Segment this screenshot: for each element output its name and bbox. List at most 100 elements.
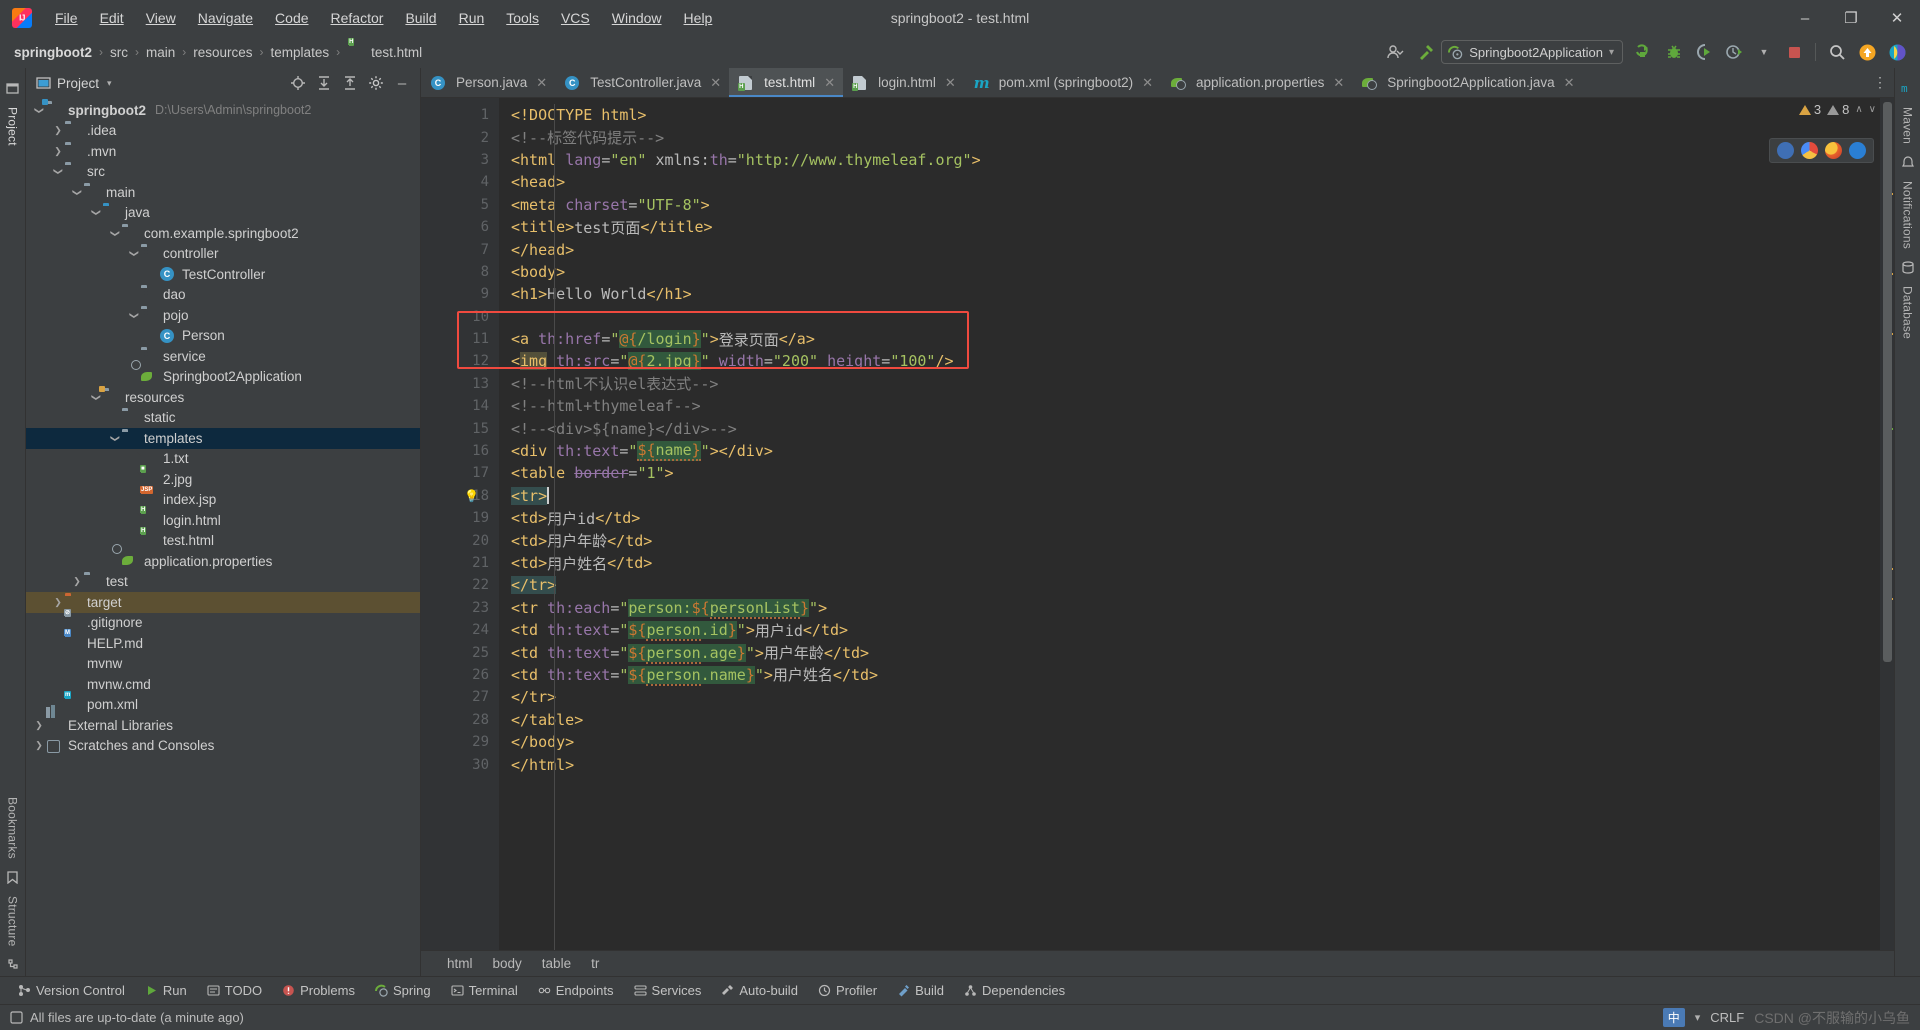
line-separator-indicator[interactable]: CRLF xyxy=(1710,1010,1744,1025)
breadcrumb-table[interactable]: table xyxy=(532,956,581,971)
search-everywhere-icon[interactable] xyxy=(1822,39,1852,65)
gutter-line-29[interactable]: 29⌃ xyxy=(421,731,506,753)
editor-tab-pom-xml--springboot2-[interactable]: m pom.xml (springboot2) ✕ xyxy=(964,68,1161,97)
code-line-14[interactable]: <!--html+thymeleaf--> xyxy=(499,395,1880,417)
code-line-7[interactable]: </head> xyxy=(499,238,1880,260)
chevron-down-icon[interactable]: ❯ xyxy=(34,103,45,117)
tab-close-icon[interactable]: ✕ xyxy=(945,75,956,91)
chevron-down-icon[interactable]: ❯ xyxy=(110,226,121,240)
tab-close-icon[interactable]: ✕ xyxy=(824,75,835,91)
warning-count[interactable]: 3 xyxy=(1798,102,1821,117)
tree-node-test-html[interactable]: Htest.html xyxy=(26,526,420,552)
tool-window-services[interactable]: Services xyxy=(624,981,712,1000)
chevron-down-icon[interactable]: ❯ xyxy=(129,308,140,322)
tool-window-version-control[interactable]: Version Control xyxy=(8,981,135,1000)
tab-close-icon[interactable]: ✕ xyxy=(1564,75,1575,91)
tree-node-help-md[interactable]: M HELP.md xyxy=(26,629,420,654)
gutter-line-7[interactable]: 7⌃ xyxy=(421,238,507,260)
breadcrumb-src[interactable]: src xyxy=(110,45,128,60)
chevron-down-icon[interactable]: ❯ xyxy=(110,431,121,445)
gutter-line-20[interactable]: 20 xyxy=(421,529,499,551)
gutter-line-5[interactable]: 5 xyxy=(421,194,499,216)
chevron-down-icon[interactable]: ❯ xyxy=(53,165,64,179)
tool-window-auto-build[interactable]: Auto-build xyxy=(711,981,808,1000)
gutter-line-23[interactable]: 23− xyxy=(421,597,506,619)
tree-node-2-jpg[interactable]: ■ 2.jpg xyxy=(26,465,420,490)
gutter-line-9[interactable]: 9 xyxy=(421,283,499,305)
editor-code[interactable]: <!DOCTYPE html> <!--标签代码提示--> <html lang = "… xyxy=(499,98,1880,950)
code-line-11[interactable]: <a th:href = " @{/login} " > 登录页面 </a> xyxy=(499,328,1880,350)
chevron-down-icon[interactable]: ▼ xyxy=(1749,39,1779,65)
tree-node-src[interactable]: ❯ src xyxy=(26,162,420,183)
tree-node-resources[interactable]: ❯ resources xyxy=(26,386,420,408)
debug-button[interactable] xyxy=(1659,39,1689,65)
browser-launch-bar[interactable] xyxy=(1769,138,1874,163)
code-line-19[interactable]: <td> 用户id </td> xyxy=(499,507,1880,529)
tree-node-login-html[interactable]: Hlogin.html xyxy=(26,506,420,531)
editor-marker-bar[interactable] xyxy=(1880,98,1894,950)
chevron-down-icon[interactable]: ❯ xyxy=(91,206,102,220)
tree-node-pom-xml[interactable]: m pom.xml xyxy=(26,690,420,716)
menu-edit[interactable]: Edit xyxy=(89,6,135,30)
chevron-down-icon[interactable]: ❯ xyxy=(91,390,102,404)
opera-browser-icon[interactable] xyxy=(1849,142,1866,159)
gutter-line-18[interactable]: 💡18− xyxy=(421,485,506,507)
tree-node-service[interactable]: service xyxy=(26,346,420,367)
menu-help[interactable]: Help xyxy=(673,6,724,30)
breadcrumb-project[interactable]: springboot2 xyxy=(14,45,92,60)
updates-icon[interactable] xyxy=(1852,39,1882,65)
tool-window-terminal[interactable]: Terminal xyxy=(441,981,528,1000)
code-line-23[interactable]: <tr th:each = " person:${personList} " > xyxy=(499,597,1880,619)
code-line-8[interactable]: <body> xyxy=(499,261,1880,283)
gutter-line-24[interactable]: 24 xyxy=(421,619,499,641)
ie-browser-icon[interactable] xyxy=(1777,142,1794,159)
gutter-line-28[interactable]: 28⌃ xyxy=(421,709,506,731)
gutter-line-13[interactable]: 13 xyxy=(421,373,499,395)
menu-file[interactable]: File xyxy=(44,6,89,30)
chevron-right-icon[interactable]: ❯ xyxy=(32,740,46,751)
editor-tab-person-java[interactable]: C Person.java ✕ xyxy=(421,68,555,97)
chevron-right-icon[interactable]: ❯ xyxy=(51,597,65,608)
tree-node-person[interactable]: C Person xyxy=(26,326,420,347)
code-line-12[interactable]: < img th:src = " @{2.jpg} " width = "200" heigh… xyxy=(499,350,1880,372)
menu-vcs[interactable]: VCS xyxy=(550,6,601,30)
tab-close-icon[interactable]: ✕ xyxy=(710,75,721,91)
code-line-30[interactable]: </html> xyxy=(499,753,1880,775)
gutter-line-25[interactable]: 25 xyxy=(421,641,499,663)
code-line-21[interactable]: <td> 用户姓名 </td> xyxy=(499,552,1880,574)
ide-feature-icon[interactable] xyxy=(1882,39,1912,65)
code-line-13[interactable]: <!--html不认识el表达式--> xyxy=(499,373,1880,395)
menu-refactor[interactable]: Refactor xyxy=(320,6,395,30)
stop-button[interactable] xyxy=(1779,39,1809,65)
run-button[interactable] xyxy=(1629,39,1659,65)
project-tree[interactable]: ❯ springboot2 D:\Users\Admin\springboot2 ❯.… xyxy=(26,98,420,976)
run-configuration-selector[interactable]: Springboot2Application ▾ xyxy=(1441,40,1623,64)
chevron-down-icon[interactable]: ❯ xyxy=(72,185,83,199)
chevron-right-icon[interactable]: ❯ xyxy=(70,576,84,587)
breadcrumb-resources[interactable]: resources xyxy=(193,45,252,60)
menu-run[interactable]: Run xyxy=(448,6,496,30)
gutter-line-2[interactable]: 2 xyxy=(421,126,499,148)
run-with-coverage-button[interactable] xyxy=(1689,39,1719,65)
editor-tab-bar[interactable]: C Person.java ✕ C TestController.java ✕ Htest.… xyxy=(421,68,1894,98)
tool-window-run[interactable]: Run xyxy=(135,981,197,1000)
breadcrumb-tr[interactable]: tr xyxy=(581,956,609,971)
tree-node-pojo[interactable]: ❯ pojo xyxy=(26,305,420,326)
gutter-line-17[interactable]: 17− xyxy=(421,462,506,484)
chevron-right-icon[interactable]: ❯ xyxy=(51,125,65,136)
code-line-26[interactable]: <td th:text = " ${person.name} " > 用户姓名 </td> xyxy=(499,664,1880,686)
gutter-line-27[interactable]: 27⌃ xyxy=(421,686,506,708)
breadcrumb-body[interactable]: body xyxy=(483,956,532,971)
gutter-line-14[interactable]: 14 xyxy=(421,395,499,417)
gutter-line-11[interactable]: 11 xyxy=(421,328,499,350)
rail-item-structure[interactable]: Structure xyxy=(6,890,20,953)
tab-close-icon[interactable]: ✕ xyxy=(1142,75,1153,91)
chrome-browser-icon[interactable] xyxy=(1801,142,1818,159)
editor-tab-springboot2application-java[interactable]: Springboot2Application.java ✕ xyxy=(1352,68,1582,97)
code-line-6[interactable]: <title> test页面 </title> xyxy=(499,216,1880,238)
code-line-20[interactable]: <td> 用户年龄 </td> xyxy=(499,529,1880,551)
breadcrumb-main[interactable]: main xyxy=(146,45,175,60)
hide-panel-icon[interactable]: – xyxy=(390,71,414,95)
tree-node-static[interactable]: static xyxy=(26,408,420,429)
breadcrumb-templates[interactable]: templates xyxy=(271,45,330,60)
